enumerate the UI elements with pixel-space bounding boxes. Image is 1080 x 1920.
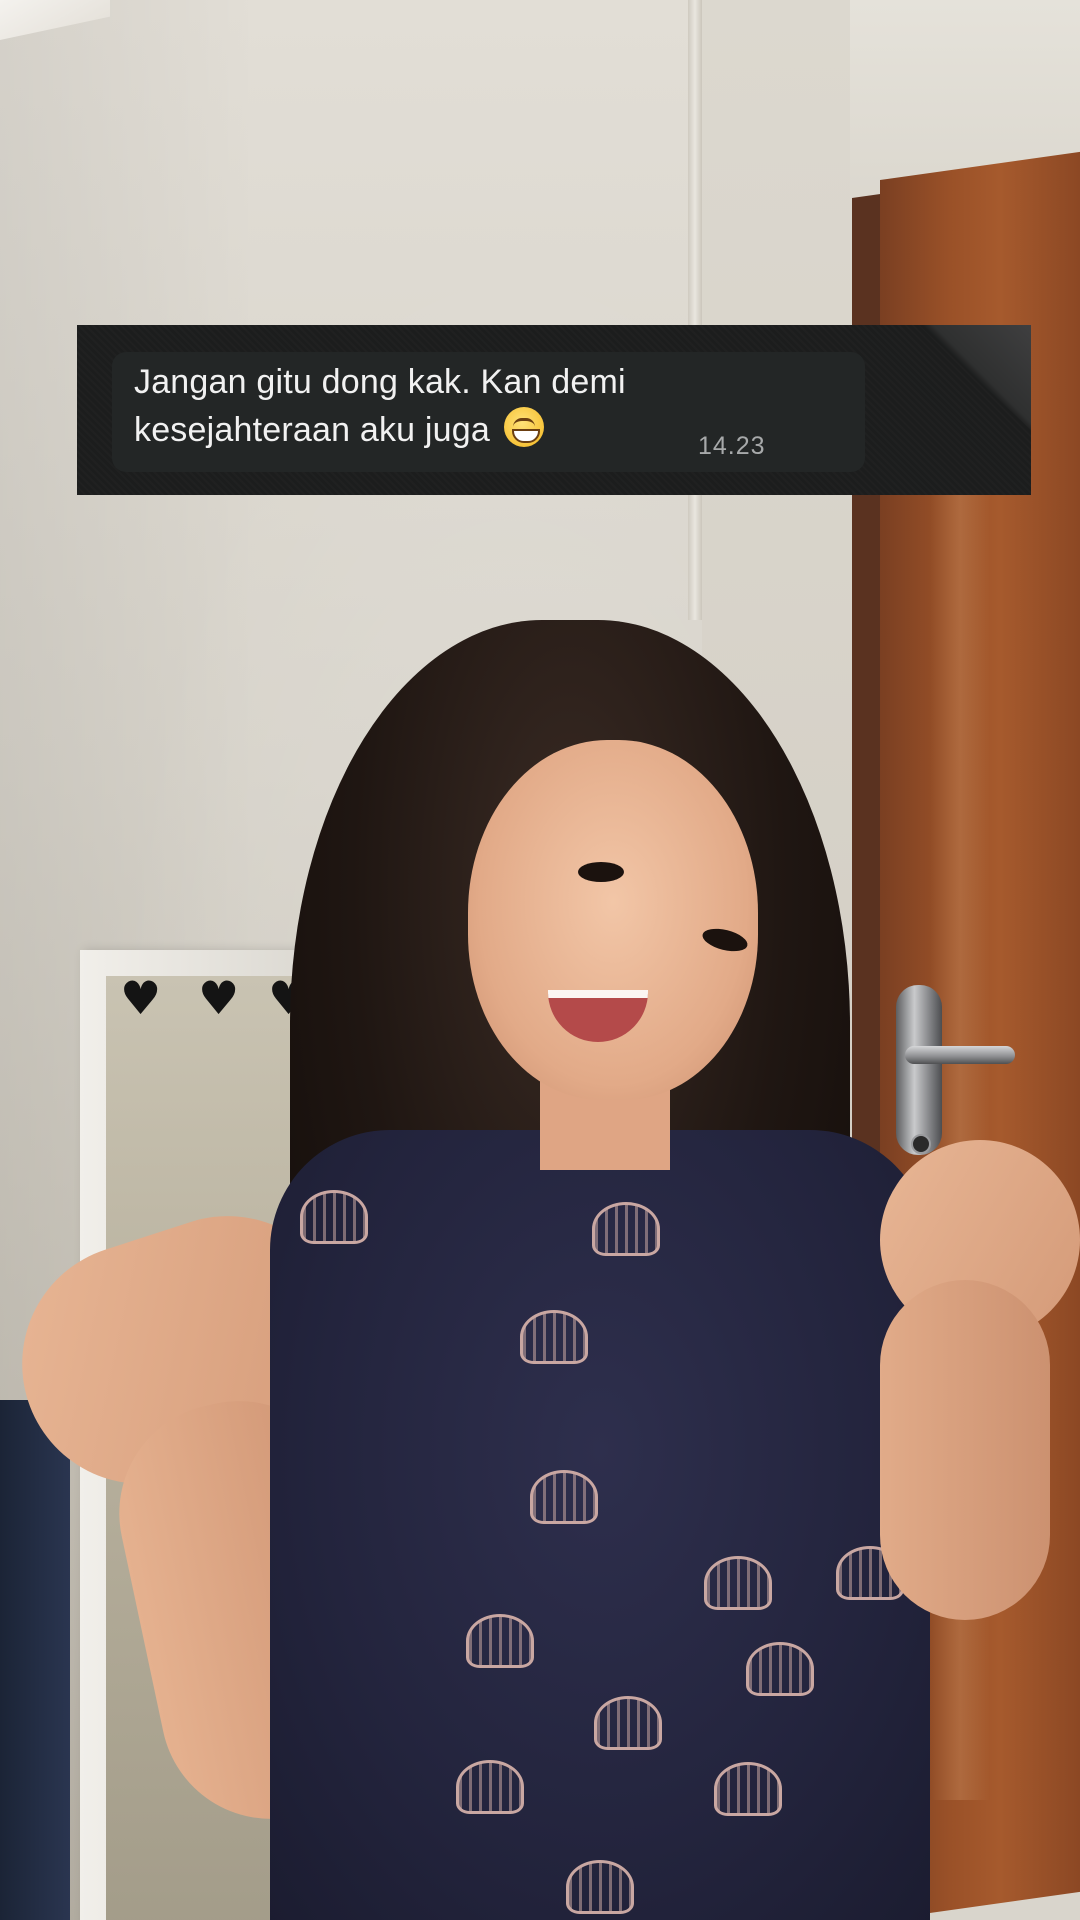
door-handle <box>905 1046 1015 1064</box>
left-eye <box>578 862 624 882</box>
wall-corner <box>688 0 702 620</box>
hanging-clothes <box>0 1400 70 1920</box>
right-forearm <box>880 1280 1050 1620</box>
face <box>468 740 758 1100</box>
keyhole <box>911 1134 931 1154</box>
grinning-emoji-icon <box>503 407 544 447</box>
shell-print <box>466 1614 534 1668</box>
heart-decal-icon: ♥ <box>120 971 162 1025</box>
shell-print <box>714 1762 782 1816</box>
shell-print <box>300 1190 368 1244</box>
shell-print <box>746 1642 814 1696</box>
message-timestamp: 14.23 <box>698 432 766 460</box>
heart-decal-icon: ♥ <box>198 971 240 1025</box>
shell-print <box>704 1556 772 1610</box>
message-text: Jangan gitu dong kak. Kan demi kesejahte… <box>134 358 694 454</box>
message-body: Jangan gitu dong kak. Kan demi kesejahte… <box>134 363 626 449</box>
shell-print <box>594 1696 662 1750</box>
video-frame: ♥ ♥ ♥ Jangan gitu dong kak. Kan demi kes… <box>0 0 1080 1920</box>
shell-print <box>456 1760 524 1814</box>
shell-print <box>592 1202 660 1256</box>
shell-print <box>520 1310 588 1364</box>
shell-print <box>566 1860 634 1914</box>
door-handle-plate <box>896 985 942 1155</box>
shell-print <box>530 1470 598 1524</box>
